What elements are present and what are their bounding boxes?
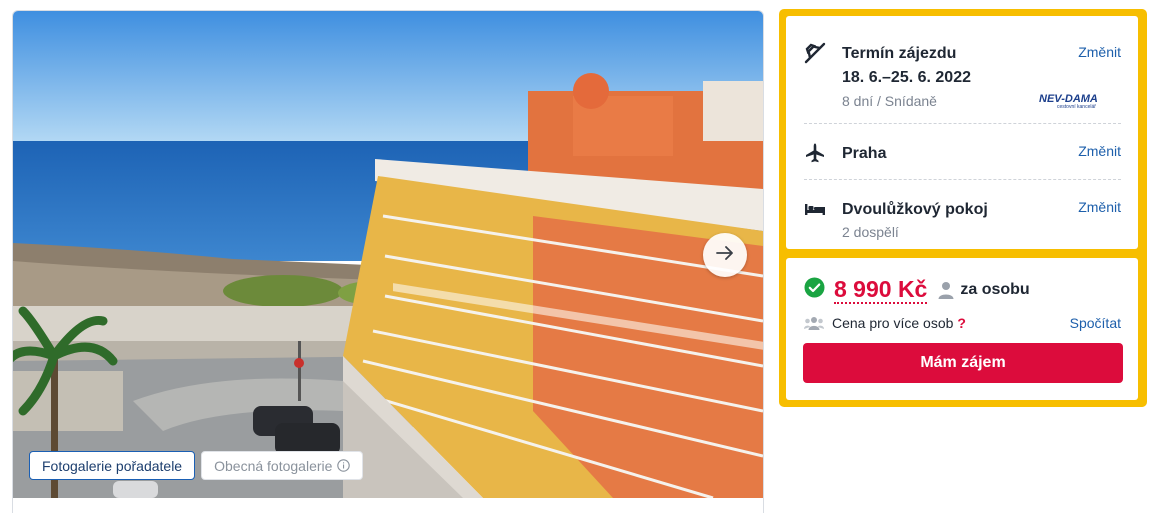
room-row: Dvoulůžkový pokoj 2 dospělí Změnit xyxy=(804,196,1121,246)
interest-button[interactable]: Mám zájem xyxy=(803,343,1123,383)
arrow-right-icon xyxy=(716,245,734,265)
organizer-logo: NEV-DAMA cestovní kancelář xyxy=(1039,93,1098,110)
room-occupancy: 2 dospělí xyxy=(842,224,899,240)
multi-person-label: Cena pro více osob? xyxy=(832,315,966,331)
change-room-link[interactable]: Změnit xyxy=(1078,199,1121,215)
tab-label: Fotogalerie pořadatele xyxy=(42,457,183,474)
change-departure-link[interactable]: Změnit xyxy=(1078,143,1121,159)
info-icon[interactable] xyxy=(337,459,351,472)
tab-label: Obecná fotogalerie xyxy=(214,457,333,474)
tab-general-gallery[interactable]: Obecná fotogalerie xyxy=(201,451,364,480)
gallery-footer-strip xyxy=(13,498,763,513)
photo-gallery: Fotogalerie pořadatele Obecná fotogaleri… xyxy=(12,10,764,513)
trip-duration-board: 8 dní / Snídaně xyxy=(842,93,937,109)
hotel-photo[interactable] xyxy=(13,11,763,498)
svg-text:cestovní kancelář: cestovní kancelář xyxy=(1057,104,1096,110)
calculate-link[interactable]: Spočítat xyxy=(1070,315,1121,331)
departure-row: Praha Změnit xyxy=(804,140,1121,168)
plane-icon xyxy=(804,142,826,164)
plane-takeoff-icon xyxy=(804,42,826,64)
trip-date-row: Termín zájezdu 18. 6.–25. 6. 2022 8 dní … xyxy=(804,40,1121,130)
price-row: 8 990 Kč za osobu xyxy=(804,276,1030,304)
departure-city: Praha xyxy=(842,145,887,162)
price-amount[interactable]: 8 990 Kč xyxy=(834,276,928,304)
gallery-tabs: Fotogalerie pořadatele Obecná fotogaleri… xyxy=(29,451,364,480)
price-card: 8 990 Kč za osobu Cena pro více osob? Sp… xyxy=(786,258,1138,400)
person-icon xyxy=(938,281,954,299)
group-icon xyxy=(804,316,824,333)
trip-date-title: Termín zájezdu xyxy=(842,45,957,62)
multi-person-price-row: Cena pro více osob? Spočítat xyxy=(804,314,1121,334)
separator xyxy=(804,179,1121,180)
bed-icon xyxy=(804,198,826,220)
separator xyxy=(804,123,1121,124)
trip-date-range: 18. 6.–25. 6. 2022 xyxy=(842,69,971,86)
help-icon[interactable]: ? xyxy=(957,315,966,331)
room-type: Dvoulůžkový pokoj xyxy=(842,201,988,218)
tab-organizer-gallery[interactable]: Fotogalerie pořadatele xyxy=(29,451,196,480)
change-date-link[interactable]: Změnit xyxy=(1078,44,1121,60)
next-photo-button[interactable] xyxy=(703,233,747,277)
booking-panel: Termín zájezdu 18. 6.–25. 6. 2022 8 dní … xyxy=(779,9,1147,407)
price-per-person-label: za osobu xyxy=(960,281,1030,298)
check-circle-icon xyxy=(804,277,825,303)
trip-details-card: Termín zájezdu 18. 6.–25. 6. 2022 8 dní … xyxy=(786,16,1138,249)
